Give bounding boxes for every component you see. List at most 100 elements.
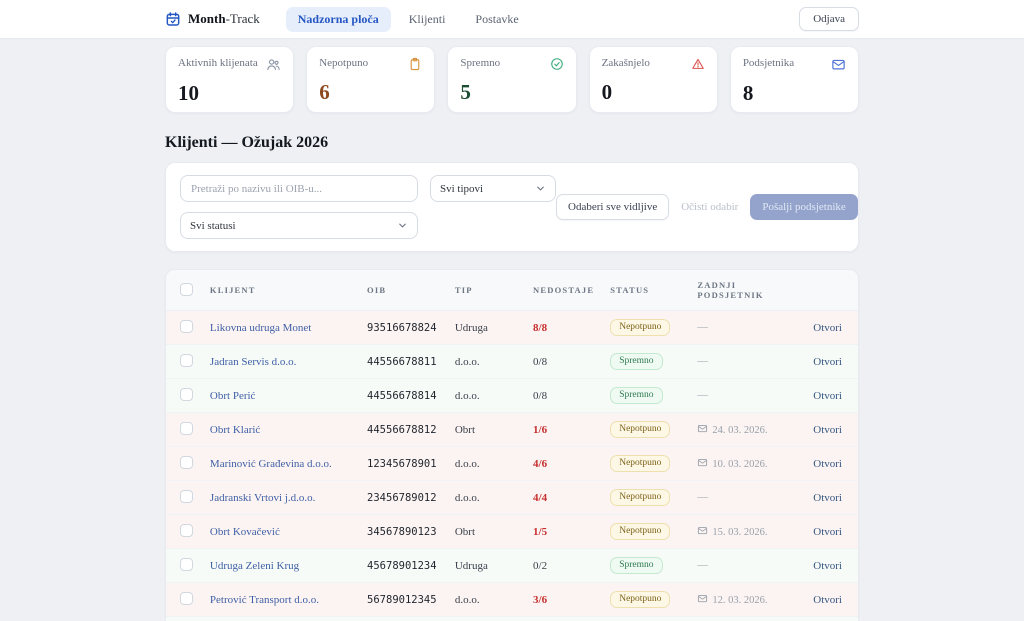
row-checkbox[interactable] xyxy=(180,456,193,469)
tab-klijenti[interactable]: Klijenti xyxy=(397,7,458,32)
row-checkbox[interactable] xyxy=(180,388,193,401)
missing-count: 1/6 xyxy=(533,424,547,436)
missing-count: 1/5 xyxy=(533,526,547,538)
row-checkbox[interactable] xyxy=(180,354,193,367)
client-name-link[interactable]: Jadranski Vrtovi j.d.o.o. xyxy=(210,492,315,504)
client-oib: 44556678814 xyxy=(359,379,447,413)
calendar-icon xyxy=(165,11,181,27)
open-link[interactable]: Otvori xyxy=(813,424,842,436)
client-type: Udruga xyxy=(447,311,525,345)
stat-label: Spremno xyxy=(460,57,500,69)
column-header-klijent: Klijent xyxy=(202,270,359,311)
open-link[interactable]: Otvori xyxy=(813,356,842,368)
last-reminder: — xyxy=(689,549,805,583)
row-checkbox[interactable] xyxy=(180,422,193,435)
select-all-visible-button[interactable]: Odaberi sve vidljive xyxy=(556,194,669,220)
stat-value: 5 xyxy=(460,82,563,103)
status-badge: Nepotpuno xyxy=(610,455,670,472)
reminder-date: 12. 03. 2026. xyxy=(712,595,767,606)
last-reminder: — xyxy=(689,481,805,515)
client-oib: 44556678811 xyxy=(359,345,447,379)
status-filter-value: Svi statusi xyxy=(190,220,236,232)
open-link[interactable]: Otvori xyxy=(813,594,842,606)
last-reminder: — xyxy=(689,379,805,413)
row-checkbox[interactable] xyxy=(180,592,193,605)
stat-card-spremno: Spremno 5 xyxy=(447,46,576,113)
status-filter-select[interactable]: Svi statusi xyxy=(180,212,418,239)
table-row: Marinović Građevina d.o.o. 12345678901 d… xyxy=(166,447,858,481)
last-reminder: 10. 03. 2026. xyxy=(689,447,805,481)
row-checkbox[interactable] xyxy=(180,558,193,571)
missing-count: 4/4 xyxy=(533,492,547,504)
column-header-oib: OIB xyxy=(359,270,447,311)
status-badge: Spremno xyxy=(610,387,662,404)
table-header-row: Klijent OIB Tip Nedostaje Status Zadnji … xyxy=(166,270,858,311)
status-badge: Nepotpuno xyxy=(610,523,670,540)
filter-actions: Odaberi sve vidljive Očisti odabir Pošal… xyxy=(556,194,858,220)
nav-tabs: Nadzorna pločaKlijentiPostavke xyxy=(286,7,531,32)
row-checkbox[interactable] xyxy=(180,490,193,503)
stat-label: Nepotpuno xyxy=(319,57,368,69)
tab-postavke[interactable]: Postavke xyxy=(463,7,530,32)
client-name-link[interactable]: Obrt Kovačević xyxy=(210,526,280,538)
column-header-tip: Tip xyxy=(447,270,525,311)
check-circle-icon xyxy=(550,57,564,76)
reminder-empty: — xyxy=(697,560,708,571)
open-link[interactable]: Otvori xyxy=(813,526,842,538)
filter-fields: Svi tipovi Svi statusi xyxy=(180,175,556,239)
column-header-status: Status xyxy=(602,270,689,311)
table-row: Petrović Transport d.o.o. 56789012345 d.… xyxy=(166,583,858,617)
stat-value: 0 xyxy=(602,82,705,103)
open-link[interactable]: Otvori xyxy=(813,322,842,334)
missing-count: 3/6 xyxy=(533,594,547,606)
missing-count: 8/8 xyxy=(533,322,547,334)
send-reminders-button[interactable]: Pošalji podsjetnike xyxy=(750,194,857,220)
client-type: d.o.o. xyxy=(447,379,525,413)
status-badge: Nepotpuno xyxy=(610,319,670,336)
missing-count: 0/2 xyxy=(533,560,547,572)
chevron-down-icon xyxy=(397,220,408,231)
column-header-zadnji-podsjetnik: Zadnji podsjetnik xyxy=(689,270,805,311)
stat-value: 8 xyxy=(743,83,846,104)
stat-label: Zakašnjelo xyxy=(602,57,650,69)
stat-card-nepotpuno: Nepotpuno 6 xyxy=(306,46,435,113)
stat-label: Aktivnih klijenata xyxy=(178,57,258,69)
stats-row: Aktivnih klijenata 10 Nepotpuno 6 Spremn… xyxy=(165,46,859,113)
client-name-link[interactable]: Marinović Građevina d.o.o. xyxy=(210,458,332,470)
open-link[interactable]: Otvori xyxy=(813,492,842,504)
open-link[interactable]: Otvori xyxy=(813,560,842,572)
type-filter-select[interactable]: Svi tipovi xyxy=(430,175,556,202)
stat-value: 10 xyxy=(178,83,281,104)
table-row: Obrt Klarić 44556678812 Obrt 1/6 Nepotpu… xyxy=(166,413,858,447)
top-navbar: Month-Track Nadzorna pločaKlijentiPostav… xyxy=(0,0,1024,39)
client-name-link[interactable]: Udruga Zeleni Krug xyxy=(210,560,299,572)
client-name-link[interactable]: Petrović Transport d.o.o. xyxy=(210,594,319,606)
search-input[interactable] xyxy=(180,175,418,202)
table-body: Likovna udruga Monet 93516678824 Udruga … xyxy=(166,311,858,621)
clipboard-icon xyxy=(408,57,422,76)
brand: Month-Track xyxy=(165,11,260,27)
client-name-link[interactable]: Obrt Klarić xyxy=(210,424,260,436)
client-name-link[interactable]: Likovna udruga Monet xyxy=(210,322,311,334)
client-name-link[interactable]: Jadran Servis d.o.o. xyxy=(210,356,296,368)
open-link[interactable]: Otvori xyxy=(813,390,842,402)
tab-nadzorna-ploca[interactable]: Nadzorna ploča xyxy=(286,7,391,32)
reminder-date: 10. 03. 2026. xyxy=(712,459,767,470)
client-oib: 67890123456 xyxy=(359,617,447,621)
table-row: Udruga Zeleni Krug 45678901234 Udruga 0/… xyxy=(166,549,858,583)
status-badge: Spremno xyxy=(610,557,662,574)
row-checkbox[interactable] xyxy=(180,524,193,537)
select-all-checkbox[interactable] xyxy=(180,283,193,296)
client-oib: 56789012345 xyxy=(359,583,447,617)
missing-count: 0/8 xyxy=(533,390,547,402)
stat-card-zakasnjelo: Zakašnjelo 0 xyxy=(589,46,718,113)
logout-button[interactable]: Odjava xyxy=(799,7,859,31)
client-name-link[interactable]: Obrt Perić xyxy=(210,390,256,402)
table-row: Jadran Servis d.o.o. 44556678811 d.o.o. … xyxy=(166,345,858,379)
open-link[interactable]: Otvori xyxy=(813,458,842,470)
clear-selection-button[interactable]: Očisti odabir xyxy=(681,201,738,213)
users-icon xyxy=(266,57,281,77)
reminder-empty: — xyxy=(697,492,708,503)
row-checkbox[interactable] xyxy=(180,320,193,333)
brand-name: Month-Track xyxy=(188,11,260,27)
